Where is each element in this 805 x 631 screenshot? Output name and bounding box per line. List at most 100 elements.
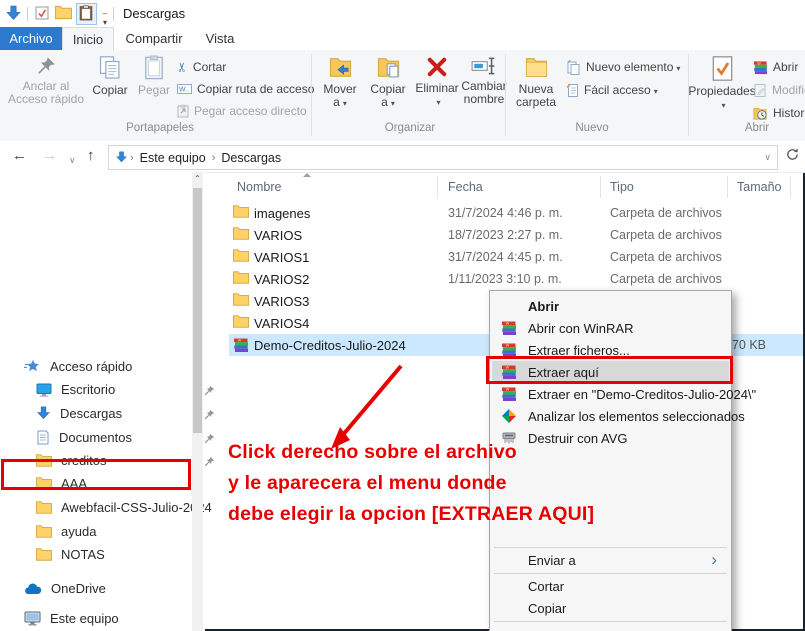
group-label-open: Abrir [712, 122, 802, 134]
sidebar-item-descargas-quick[interactable]: Descargas [36, 402, 122, 425]
breadcrumb-this-pc[interactable]: Este equipo [140, 151, 206, 165]
column-header-date[interactable]: Fecha [448, 180, 483, 194]
copy-button[interactable]: Copiar [88, 55, 132, 117]
breadcrumb-current[interactable]: Descargas [221, 151, 281, 165]
sidebar-item-ayuda[interactable]: ayuda [36, 520, 96, 543]
new-item-icon [566, 60, 581, 75]
back-button[interactable] [12, 147, 27, 164]
up-button[interactable] [87, 147, 95, 164]
winrar-icon: W [501, 386, 517, 405]
sidebar-onedrive[interactable]: OneDrive [24, 577, 106, 600]
paste-shortcut-icon [177, 104, 189, 118]
menu-item-cortar[interactable]: Cortar [492, 575, 729, 597]
annotation-box-sidebar-descargas [1, 459, 191, 490]
ribbon-tabs: Archivo Inicio Compartir Vista [0, 27, 805, 50]
downloads-folder-icon [115, 151, 128, 164]
scrollbar-up-arrow[interactable] [193, 174, 202, 183]
folder-icon [36, 501, 52, 514]
breadcrumb-separator [130, 152, 134, 164]
menu-item-abrir[interactable]: Abrir [492, 295, 729, 317]
navigation-pane: Acceso rápido Escritorio Descargas Docum… [0, 172, 205, 631]
tab-archivo[interactable]: Archivo [0, 27, 62, 50]
menu-item-analizar-avg[interactable]: Analizar los elementos seleccionados [492, 405, 729, 427]
paste-shortcut-button[interactable]: Pegar acceso directo [177, 101, 307, 121]
forward-button[interactable] [42, 147, 57, 164]
window-title: Descargas [123, 6, 185, 21]
column-divider[interactable] [437, 176, 438, 198]
copy-path-button[interactable]: W.. Copiar ruta de acceso [177, 79, 314, 99]
modify-button[interactable]: Modificar [753, 80, 805, 100]
column-header-size[interactable]: Tamaño [737, 180, 781, 194]
sidebar-quick-access[interactable]: Acceso rápido [24, 355, 132, 378]
desktop-icon [36, 383, 52, 397]
column-divider[interactable] [727, 176, 728, 198]
file-row[interactable]: imagenes 31/7/2024 4:46 p. m. Carpeta de… [229, 202, 803, 224]
annotation-text: Click derecho sobre el archivo y le apar… [228, 437, 594, 530]
avg-icon [501, 408, 517, 427]
rename-icon [471, 55, 497, 77]
sidebar-item-awebfacil[interactable]: Awebfacil-CSS-Julio-2024 [36, 496, 212, 519]
tab-vista[interactable]: Vista [196, 27, 244, 50]
menu-item-extraer-en[interactable]: W Extraer en "Demo-Creditos-Julio-2024\" [492, 383, 729, 405]
easy-access-button[interactable]: Fácil acceso▾ [566, 80, 658, 100]
computer-icon [24, 611, 41, 626]
new-folder-button[interactable]: Nueva carpeta [511, 55, 561, 117]
rename-button[interactable]: Cambiar nombre [459, 55, 509, 117]
menu-item-abrir-con-winrar[interactable]: W Abrir con WinRAR [492, 317, 729, 339]
move-to-button[interactable]: Mover a▾ [317, 55, 363, 117]
annotation-box-extraer-aqui [486, 356, 733, 384]
paste-quick-icon[interactable] [76, 3, 97, 25]
sidebar-item-documentos-quick[interactable]: Documentos [36, 426, 132, 449]
delete-x-icon [425, 55, 449, 79]
explorer-window: Descargas Archivo Inicio Compartir Vista… [0, 0, 805, 631]
quick-access-star-icon [24, 358, 41, 375]
folder-icon [36, 525, 52, 538]
column-divider[interactable] [790, 176, 791, 198]
pin-icon [204, 432, 215, 447]
tab-inicio[interactable]: Inicio [62, 27, 114, 51]
history-button[interactable]: Historial [753, 103, 805, 123]
paste-button[interactable]: Pegar [133, 55, 175, 117]
recent-locations-chevron[interactable] [69, 150, 76, 167]
paste-icon [143, 55, 165, 81]
new-folder-quick-icon[interactable] [55, 5, 72, 23]
group-label-clipboard: Portapapeles [95, 122, 225, 134]
tab-compartir[interactable]: Compartir [120, 27, 188, 50]
divider [113, 7, 114, 21]
group-divider [505, 54, 506, 136]
address-bar-row: Este equipo Descargas [0, 141, 805, 173]
submenu-chevron-icon [711, 550, 717, 570]
new-item-button[interactable]: Nuevo elemento▾ [566, 57, 680, 77]
menu-item-enviar-a[interactable]: Enviar a [492, 549, 729, 571]
svg-text:W: W [506, 344, 510, 348]
folder-icon [233, 315, 249, 331]
scrollbar-thumb[interactable] [193, 188, 202, 433]
file-row[interactable]: VARIOS1 31/7/2024 4:45 p. m. Carpeta de … [229, 246, 803, 268]
menu-item-copiar[interactable]: Copiar [492, 597, 729, 619]
ribbon: Anclar al Acceso rápido Copiar Pegar Cor… [0, 50, 805, 142]
sidebar-item-notas[interactable]: NOTAS [36, 543, 105, 566]
edit-document-icon [753, 83, 767, 98]
refresh-icon[interactable] [785, 147, 800, 165]
file-row[interactable]: VARIOS 18/7/2023 2:27 p. m. Carpeta de a… [229, 224, 803, 246]
address-breadcrumb[interactable]: Este equipo Descargas [108, 145, 778, 170]
properties-button[interactable]: Propiedades▾ [694, 55, 750, 117]
properties-icon [710, 55, 735, 82]
document-icon [36, 430, 50, 445]
properties-quick-icon[interactable] [34, 5, 50, 24]
customize-quick-access-icon[interactable] [99, 9, 111, 27]
column-header-name[interactable]: Nombre [237, 180, 281, 194]
copy-icon [98, 55, 122, 81]
sidebar-this-pc[interactable]: Este equipo [24, 607, 119, 630]
open-button[interactable]: W Abrir [753, 57, 798, 77]
copy-to-button[interactable]: Copiar a▾ [365, 55, 411, 117]
column-header-type[interactable]: Tipo [610, 180, 634, 194]
address-dropdown-chevron[interactable] [764, 152, 771, 163]
file-row[interactable]: VARIOS2 1/11/2023 3:10 p. m. Carpeta de … [229, 268, 803, 290]
cut-button[interactable]: Cortar [177, 57, 226, 77]
scissors-icon [177, 59, 188, 75]
column-divider[interactable] [600, 176, 601, 198]
delete-button[interactable]: Eliminar▾ [413, 55, 461, 117]
sidebar-item-escritorio[interactable]: Escritorio [36, 378, 115, 401]
pin-to-quick-access-button[interactable]: Anclar al Acceso rápido [6, 55, 86, 117]
